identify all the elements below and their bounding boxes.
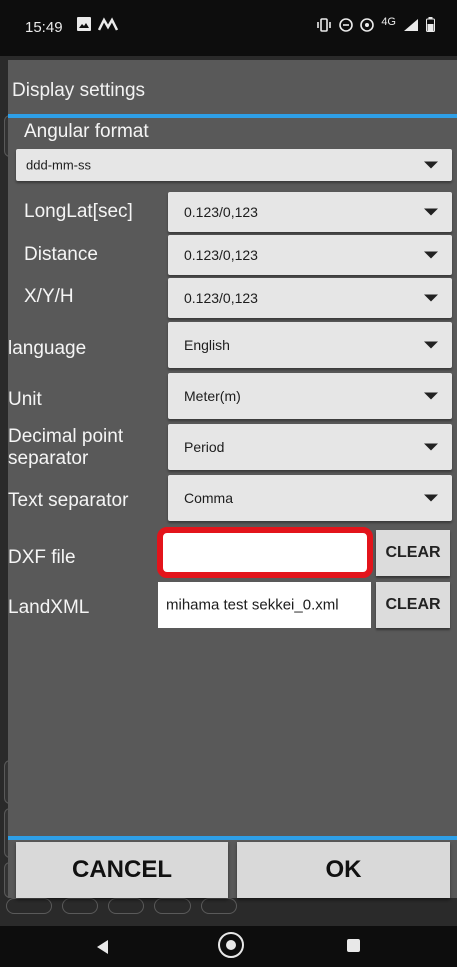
- landxml-label: LandXML: [8, 597, 90, 618]
- status-bar: 15:49 4G: [0, 0, 457, 56]
- hotspot-icon: [360, 17, 375, 32]
- network-type-label: 4G: [381, 15, 396, 28]
- unit-dropdown[interactable]: Meter(m): [168, 373, 452, 419]
- landxml-file-value: mihama test sekkei_0.xml: [166, 596, 339, 614]
- xyh-value: 0.123/0,123: [184, 290, 258, 306]
- background-chip: [61, 898, 98, 914]
- status-time: 15:49: [25, 19, 63, 36]
- navigation-bar: [0, 926, 457, 967]
- text-separator-dropdown[interactable]: Comma: [168, 475, 452, 521]
- cancel-button[interactable]: CANCEL: [16, 842, 228, 898]
- decimal-separator-value: Period: [184, 439, 225, 455]
- dxf-file-label: DXF file: [8, 547, 76, 568]
- angular-format-dropdown[interactable]: ddd-mm-ss: [16, 149, 452, 181]
- chevron-down-icon: [424, 392, 438, 400]
- angular-format-value: ddd-mm-ss: [26, 157, 92, 173]
- decimal-separator-label: Decimal point separator: [8, 426, 123, 470]
- angular-format-label: Angular format: [24, 121, 149, 142]
- language-label: language: [8, 338, 87, 359]
- decimal-separator-label-line2: separator: [8, 448, 89, 469]
- language-dropdown[interactable]: English: [168, 322, 452, 368]
- unit-label: Unit: [8, 389, 42, 410]
- chevron-down-icon: [424, 494, 438, 502]
- image-notification-icon: [77, 17, 91, 31]
- dxf-file-field[interactable]: [157, 527, 373, 578]
- battery-icon: [426, 17, 435, 32]
- background-chip: [107, 898, 145, 914]
- chevron-down-icon: [424, 208, 438, 216]
- text-separator-value: Comma: [184, 490, 234, 506]
- dxf-clear-button[interactable]: CLEAR: [376, 530, 450, 576]
- vibrate-icon: [317, 17, 332, 32]
- background-chip: [154, 898, 191, 914]
- distance-dropdown[interactable]: 0.123/0,123: [168, 235, 452, 275]
- landxml-file-field[interactable]: mihama test sekkei_0.xml: [158, 582, 371, 628]
- chevron-down-icon: [424, 443, 438, 451]
- language-value: English: [184, 337, 230, 353]
- button-bar-divider: [8, 836, 457, 840]
- signal-icon: [404, 18, 418, 31]
- chevron-down-icon: [424, 161, 438, 169]
- display-settings-dialog: Display settings Angular format ddd-mm-s…: [8, 60, 457, 898]
- title-divider: [8, 114, 457, 118]
- longlat-value: 0.123/0,123: [184, 204, 258, 220]
- decimal-separator-label-line1: Decimal point: [8, 426, 124, 447]
- background-toolbar: [6, 898, 457, 914]
- distance-label: Distance: [24, 244, 98, 265]
- landxml-clear-button[interactable]: CLEAR: [376, 582, 450, 628]
- activity-notification-icon: [98, 17, 119, 31]
- ok-button[interactable]: OK: [237, 842, 450, 898]
- chevron-down-icon: [424, 294, 438, 302]
- distance-value: 0.123/0,123: [184, 247, 258, 263]
- xyh-dropdown[interactable]: 0.123/0,123: [168, 278, 452, 318]
- dialog-title: Display settings: [12, 80, 146, 101]
- back-icon[interactable]: [97, 940, 108, 954]
- home-icon[interactable]: [218, 932, 244, 958]
- chevron-down-icon: [424, 341, 438, 349]
- unit-value: Meter(m): [184, 388, 241, 404]
- do-not-disturb-icon: [339, 17, 354, 32]
- decimal-separator-dropdown[interactable]: Period: [168, 424, 452, 470]
- xyh-label: X/Y/H: [24, 286, 74, 307]
- recent-apps-icon[interactable]: [347, 939, 360, 952]
- longlat-label: LongLat[sec]: [24, 201, 133, 222]
- chevron-down-icon: [424, 251, 438, 259]
- background-chip: [6, 898, 52, 914]
- background-chip: [200, 898, 237, 914]
- text-separator-label: Text separator: [8, 490, 129, 511]
- longlat-dropdown[interactable]: 0.123/0,123: [168, 192, 452, 232]
